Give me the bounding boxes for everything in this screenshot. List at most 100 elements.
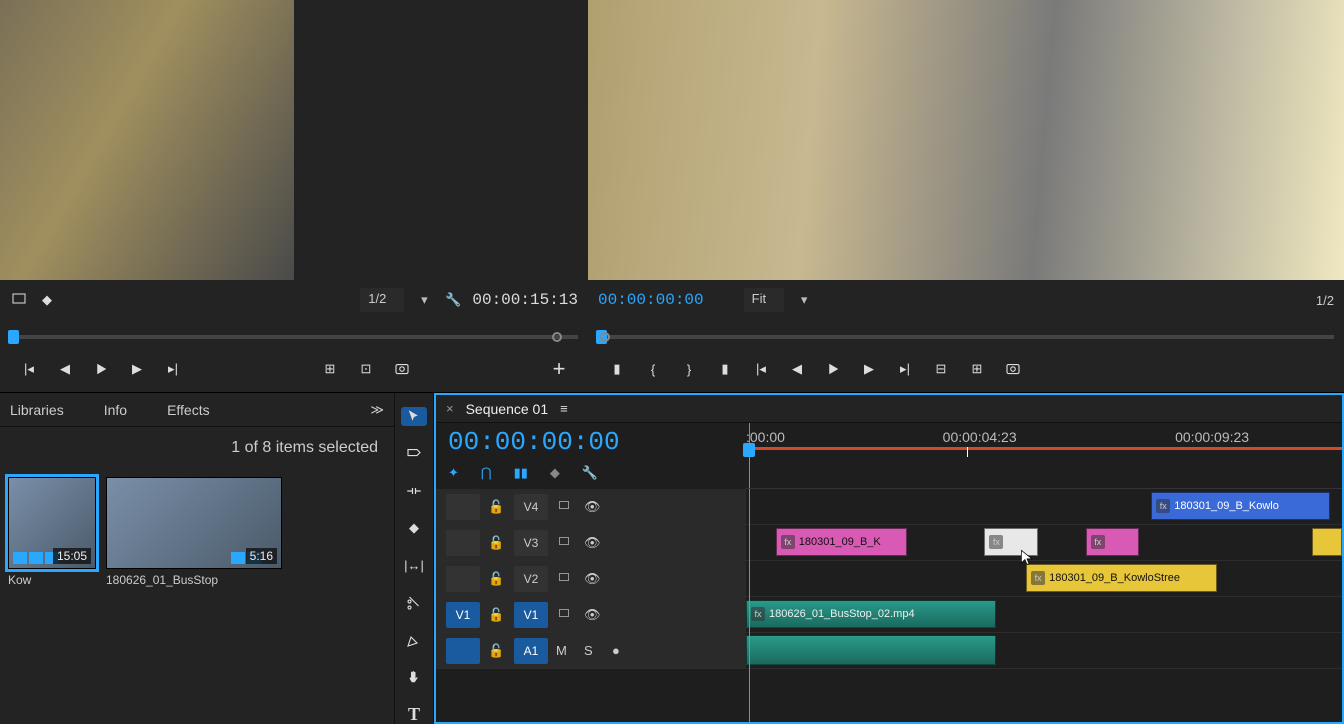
go-to-out-icon[interactable]: ▸|	[164, 360, 182, 378]
snap-icon[interactable]: ✦	[448, 465, 459, 481]
set-in-icon[interactable]: {	[644, 360, 662, 378]
chevron-down-icon[interactable]: ▾	[794, 292, 814, 308]
step-fwd-icon[interactable]: ▶	[860, 360, 878, 378]
track-header: 🔓 V4 👁 🔓 V3 👁 🔓 V2 👁	[436, 489, 746, 722]
clip[interactable]: fx180301_09_B_K	[776, 528, 907, 556]
eye-icon[interactable]: 👁	[584, 571, 604, 587]
track-a1-header[interactable]: 🔓 A1 M S ●	[436, 633, 746, 669]
playhead[interactable]	[749, 423, 750, 488]
program-video[interactable]	[588, 0, 1344, 280]
solo-icon[interactable]: S	[584, 643, 604, 658]
add-button-icon[interactable]: +	[550, 360, 568, 378]
clip[interactable]: fx	[1086, 528, 1140, 556]
insert-icon[interactable]: ⊞	[321, 360, 339, 378]
hand-tool-icon[interactable]	[401, 668, 427, 687]
go-to-out-icon[interactable]: ▸|	[896, 360, 914, 378]
clip[interactable]: fx180301_09_B_Kowlo	[1151, 492, 1330, 520]
eye-icon[interactable]: 👁	[584, 607, 604, 623]
program-monitor	[588, 0, 1344, 280]
lock-icon[interactable]: 🔓	[488, 607, 506, 623]
sequence-tab[interactable]: Sequence 01	[466, 401, 549, 417]
lift-icon[interactable]: ⊟	[932, 360, 950, 378]
source-monitor	[0, 0, 588, 280]
bin-label: Kow	[8, 569, 96, 587]
source-zoom-select[interactable]: 1/2	[360, 288, 404, 312]
lock-icon[interactable]: 🔓	[488, 499, 506, 515]
export-frame-icon[interactable]	[393, 360, 411, 378]
source-timecode[interactable]: 00:00:15:13	[472, 292, 578, 308]
source-video[interactable]	[0, 0, 294, 280]
clip[interactable]: fx180626_01_BusStop_02.mp4	[746, 600, 996, 628]
export-frame-icon[interactable]	[1004, 360, 1022, 378]
track-v1-header[interactable]: V1🔓 V1 👁	[436, 597, 746, 633]
play-icon[interactable]	[92, 360, 110, 378]
record-icon[interactable]: ●	[612, 643, 632, 658]
overwrite-icon[interactable]: ⊡	[357, 360, 375, 378]
selection-info: 1 of 8 items selected	[0, 427, 394, 477]
mute-icon[interactable]: M	[556, 643, 576, 658]
timeline-toolbar: ◆ |↔| T	[394, 393, 434, 724]
razor-tool-icon[interactable]	[401, 593, 427, 612]
go-to-in-icon[interactable]: |◂	[20, 360, 38, 378]
clip[interactable]	[1312, 528, 1342, 556]
bin-label: 180626_01_BusStop	[106, 569, 282, 587]
lock-icon[interactable]: 🔓	[488, 535, 506, 551]
close-tab-icon[interactable]: ×	[446, 401, 454, 416]
set-out-icon[interactable]: }	[680, 360, 698, 378]
tabs-overflow-icon[interactable]: ≫	[370, 402, 384, 418]
program-fit-select[interactable]: Fit	[744, 288, 784, 312]
sync-lock-icon[interactable]	[556, 605, 576, 624]
lock-icon[interactable]: 🔓	[488, 643, 506, 659]
sync-lock-icon[interactable]	[556, 533, 576, 552]
pen-tool-icon[interactable]	[401, 630, 427, 649]
selection-tool-icon[interactable]	[401, 407, 427, 426]
sync-lock-icon[interactable]	[556, 569, 576, 588]
step-back-icon[interactable]: ◀	[788, 360, 806, 378]
step-fwd-icon[interactable]: ▶	[128, 360, 146, 378]
bin-item[interactable]: 5:16 180626_01_BusStop	[106, 477, 282, 587]
timeline-panel: × Sequence 01 ≡ 00:00:00:00 ✦ ⋂ ▮▮ ◆ 🔧 :…	[434, 393, 1344, 724]
clip[interactable]: fx	[984, 528, 1038, 556]
timeline-timecode[interactable]: 00:00:00:00	[448, 429, 734, 455]
tab-libraries[interactable]: Libraries	[10, 402, 64, 418]
tab-info[interactable]: Info	[104, 402, 127, 418]
ripple-edit-tool-icon[interactable]	[401, 481, 427, 500]
wrench-icon[interactable]: 🔧	[444, 291, 462, 309]
sequence-menu-icon[interactable]: ≡	[560, 401, 568, 416]
program-timecode[interactable]: 00:00:00:00	[598, 292, 704, 308]
lock-icon[interactable]: 🔓	[488, 571, 506, 587]
mark-out-icon[interactable]: ▮	[716, 360, 734, 378]
eye-icon[interactable]: 👁	[584, 499, 604, 515]
type-tool-icon[interactable]: T	[401, 705, 427, 724]
track-v4-header[interactable]: 🔓 V4 👁	[436, 489, 746, 525]
extract-icon[interactable]: ⊞	[968, 360, 986, 378]
source-scrubber[interactable]	[0, 320, 588, 350]
program-scrubber[interactable]	[588, 320, 1344, 350]
settings-icon[interactable]	[10, 291, 28, 309]
chevron-down-icon[interactable]: ▾	[414, 292, 434, 308]
markers-icon[interactable]: ▮▮	[514, 465, 528, 481]
track-v3-header[interactable]: 🔓 V3 👁	[436, 525, 746, 561]
track-v2-header[interactable]: 🔓 V2 👁	[436, 561, 746, 597]
clip[interactable]: fx180301_09_B_KowloStree	[1026, 564, 1217, 592]
step-back-icon[interactable]: ◀	[56, 360, 74, 378]
play-icon[interactable]	[824, 360, 842, 378]
sync-lock-icon[interactable]	[556, 497, 576, 516]
mark-in-icon[interactable]: ▮	[608, 360, 626, 378]
program-zoom-right: 1/2	[1316, 293, 1334, 308]
clip-audio[interactable]	[746, 635, 996, 665]
panel-tabs: Libraries Info Effects ≫	[0, 393, 394, 427]
linked-selection-icon[interactable]: ⋂	[481, 465, 492, 481]
bin-item[interactable]: 15:05 Kow	[8, 477, 96, 587]
eye-icon[interactable]: 👁	[584, 535, 604, 551]
rate-stretch-tool-icon[interactable]: ◆	[401, 519, 427, 538]
settings-icon[interactable]: 🔧	[582, 465, 598, 481]
track-select-tool-icon[interactable]	[401, 444, 427, 463]
tab-effects[interactable]: Effects	[167, 402, 210, 418]
marker-add-icon[interactable]: ◆	[550, 465, 560, 481]
slip-tool-icon[interactable]: |↔|	[401, 556, 427, 575]
marker-icon[interactable]: ◆	[38, 291, 56, 309]
time-ruler[interactable]: :00:00 00:00:04:23 00:00:09:23	[746, 423, 1342, 489]
timeline-body[interactable]: fx180301_09_B_Kowlo fx180301_09_B_K fx f…	[746, 489, 1342, 722]
go-to-in-icon[interactable]: |◂	[752, 360, 770, 378]
